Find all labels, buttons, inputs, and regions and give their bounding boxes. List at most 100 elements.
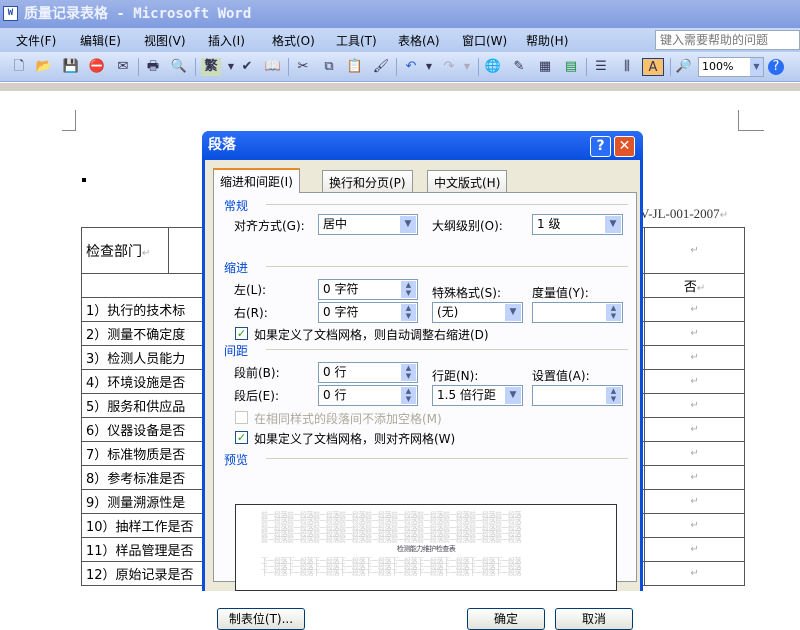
ok-button[interactable]: 确定 — [467, 608, 545, 630]
table-cell[interactable]: ↵ — [644, 345, 745, 370]
spelling-icon[interactable]: ✔ — [238, 58, 256, 76]
preview-next-text: 下一段落下一段落下一段落下一段落下一段落下一段落下一段落下一段落下一段落下一段落 — [261, 569, 522, 578]
line-spacing-select[interactable]: 1.5 倍行距 ▼ — [432, 385, 523, 406]
right-indent-input[interactable]: 0 字符 ▲ ▼ — [318, 302, 418, 323]
alignment-label: 对齐方式(G): — [234, 219, 305, 233]
preview-previous-text: 前一段落前一段落前一段落前一段落前一段落前一段落前一段落前一段落前一段落前一段落 — [261, 536, 522, 545]
print-preview-icon[interactable]: 🔍 — [170, 58, 188, 76]
menu-help[interactable]: 帮助(H) — [526, 32, 568, 49]
traditional-chinese-button[interactable]: 繁 — [201, 58, 221, 76]
special-indent-select[interactable]: (无) ▼ — [432, 302, 523, 323]
space-before-label: 段前(B): — [234, 366, 280, 380]
spinner-icon[interactable]: ▲ ▼ — [401, 364, 416, 381]
help-icon[interactable]: ? — [768, 59, 784, 75]
menu-insert[interactable]: 插入(I) — [208, 32, 245, 49]
table-cell[interactable]: ↵ — [644, 321, 745, 346]
close-button[interactable]: ✕ — [614, 136, 635, 157]
table-cell[interactable]: ↵ — [644, 465, 745, 490]
at-label: 设置值(A): — [532, 369, 590, 383]
tabs-button[interactable]: 制表位(T)... — [217, 608, 305, 630]
table-cell[interactable]: ↵ — [644, 537, 745, 562]
table-cell-no[interactable]: 否↵ — [644, 273, 745, 298]
paste-icon[interactable]: 📋 — [346, 58, 364, 76]
snap-grid-label: 如果定义了文档网格，则对齐网格(W) — [254, 432, 456, 446]
tab-indents-spacing[interactable]: 缩进和间距(I) — [213, 168, 300, 193]
space-before-input[interactable]: 0 行 ▲ ▼ — [318, 362, 418, 383]
research-icon[interactable]: 📖 — [264, 58, 282, 76]
open-icon[interactable]: 📂 — [35, 58, 53, 76]
spinner-icon[interactable]: ▲ ▼ — [606, 387, 621, 404]
table-cell[interactable]: ↵ — [644, 297, 745, 322]
tab-asian-typography[interactable]: 中文版式(H) — [427, 170, 508, 192]
document-code: V-JL-001-2007↵ — [640, 206, 729, 221]
separator — [195, 58, 196, 76]
table-cell[interactable]: ↵ — [644, 441, 745, 466]
menu-view[interactable]: 视图(V) — [144, 32, 186, 49]
by-label: 度量值(Y): — [532, 286, 589, 300]
alignment-select[interactable]: 居中 ▼ — [318, 214, 418, 235]
menu-table[interactable]: 表格(A) — [398, 32, 440, 49]
drawing-icon[interactable]: ⫼ — [618, 58, 636, 76]
left-indent-input[interactable]: 0 字符 ▲ ▼ — [318, 279, 418, 300]
chevron-down-icon: ▼ — [750, 58, 763, 76]
menu-window[interactable]: 窗口(W) — [462, 32, 507, 49]
snap-grid-checkbox[interactable]: ✓ — [235, 431, 248, 444]
crop-mark — [62, 130, 76, 131]
insert-excel-icon[interactable]: ▤ — [562, 58, 580, 76]
insert-table-icon[interactable]: ▦ — [536, 58, 554, 76]
redo-icon: ↷ — [443, 59, 455, 74]
table-cell[interactable]: ↵ — [644, 513, 745, 538]
table-cell[interactable]: ↵ — [644, 417, 745, 442]
chevron-down-icon: ▼ — [505, 304, 521, 321]
cancel-button[interactable]: 取消 — [555, 608, 633, 630]
format-painter-icon[interactable]: 🖌 — [372, 58, 390, 76]
table-cell[interactable]: ↵ — [644, 227, 745, 274]
left-indent-label: 左(L): — [234, 283, 267, 297]
menu-tools[interactable]: 工具(T) — [336, 32, 377, 49]
spinner-icon[interactable]: ▲ ▼ — [606, 304, 621, 321]
table-cell[interactable]: ↵ — [644, 393, 745, 418]
at-input[interactable]: ▲ ▼ — [532, 385, 623, 406]
permission-icon[interactable]: ⛔ — [88, 58, 106, 76]
separator — [288, 58, 289, 76]
menu-format[interactable]: 格式(O) — [272, 32, 315, 49]
spinner-icon[interactable]: ▲ ▼ — [401, 304, 416, 321]
columns-icon[interactable]: ☰ — [592, 58, 610, 76]
spinner-icon[interactable]: ▲ ▼ — [401, 281, 416, 298]
auto-adjust-checkbox[interactable]: ✓ — [235, 327, 248, 340]
separator — [670, 58, 671, 76]
by-input[interactable]: ▲ ▼ — [532, 302, 623, 323]
save-icon[interactable]: 💾 — [62, 58, 80, 76]
table-cell[interactable]: ↵ — [644, 489, 745, 514]
special-indent-label: 特殊格式(S): — [432, 286, 502, 300]
outline-level-select[interactable]: 1 级 ▼ — [532, 214, 623, 235]
separator — [478, 58, 479, 76]
undo-dropdown-icon[interactable]: ▼ — [420, 58, 438, 76]
cut-icon[interactable]: ✂ — [294, 58, 312, 76]
email-icon[interactable]: ✉ — [114, 58, 132, 76]
table-cell[interactable]: ↵ — [644, 561, 745, 586]
new-icon[interactable]: 🗋 — [10, 58, 28, 76]
menu-file[interactable]: 文件(F) — [16, 32, 56, 49]
space-after-input[interactable]: 0 行 ▲ ▼ — [318, 385, 418, 406]
undo-icon[interactable]: ↶ — [402, 58, 420, 76]
zoom-select[interactable]: 100% ▼ — [698, 57, 764, 77]
help-search-input[interactable]: 键入需要帮助的问题 — [655, 30, 800, 50]
reading-layout-icon[interactable]: 🔎 — [675, 58, 693, 76]
menu-edit[interactable]: 编辑(E) — [80, 32, 121, 49]
chevron-down-icon: ▼ — [400, 216, 416, 233]
table-cell-department[interactable]: 检查部门↵ — [81, 227, 169, 274]
redo-dropdown-icon: ▼ — [463, 62, 471, 71]
copy-icon[interactable]: ⧉ — [320, 58, 338, 76]
separator — [396, 58, 397, 76]
tab-line-page-breaks[interactable]: 换行和分页(P) — [322, 170, 413, 192]
table-cell[interactable]: ↵ — [644, 369, 745, 394]
paragraph-dialog: 段落 ? ✕ 缩进和间距(I) 换行和分页(P) 中文版式(H) 常规 对齐方式… — [202, 131, 643, 630]
spinner-icon[interactable]: ▲ ▼ — [401, 387, 416, 404]
tables-borders-icon[interactable]: ✎ — [510, 58, 528, 76]
preview-pane: 前一段落前一段落前一段落前一段落前一段落前一段落前一段落前一段落前一段落前一段落… — [235, 504, 617, 591]
document-map-icon[interactable]: A — [642, 58, 664, 76]
help-button[interactable]: ? — [590, 136, 611, 157]
hyperlink-icon[interactable]: 🌐 — [484, 58, 502, 76]
print-icon[interactable]: 🖶 — [144, 58, 162, 76]
